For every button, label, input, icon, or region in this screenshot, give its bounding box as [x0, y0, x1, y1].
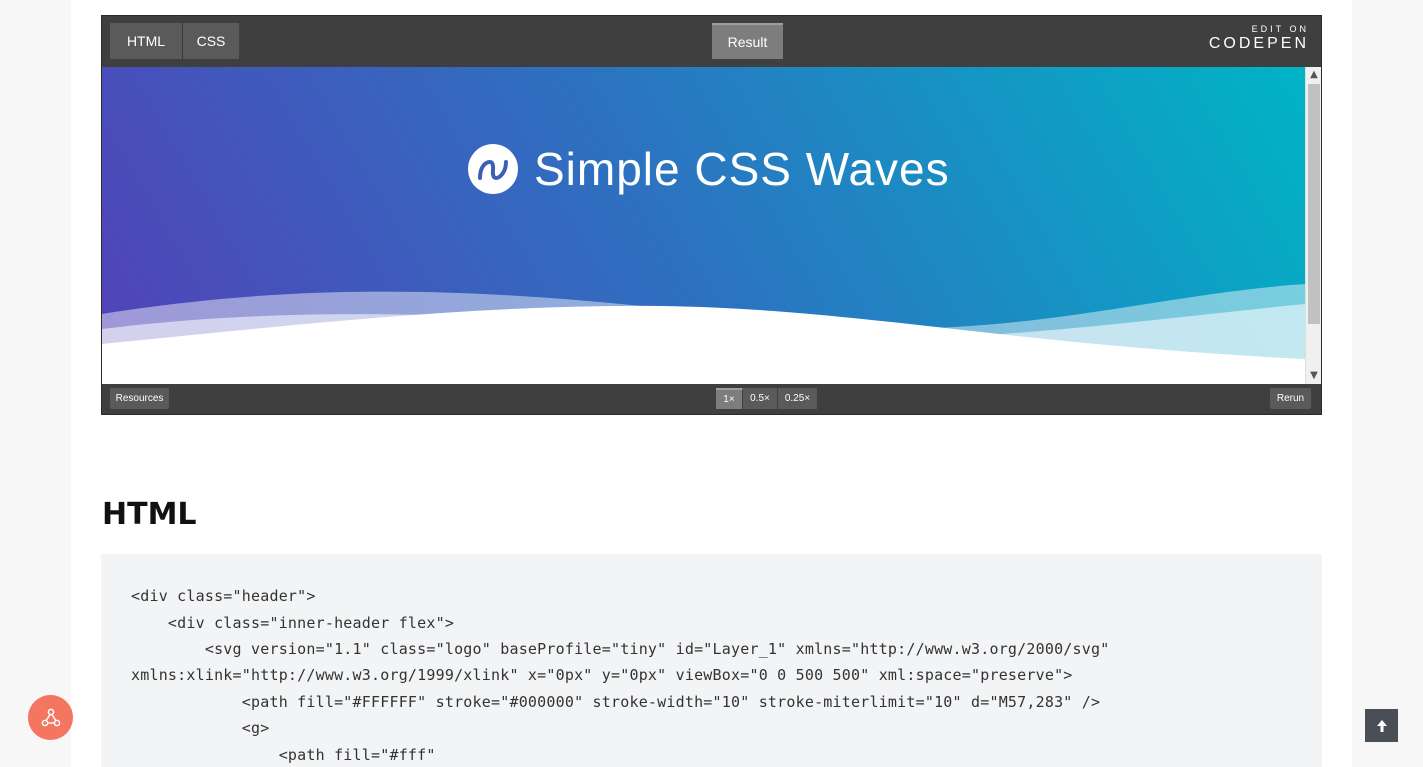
code-line: <g> [131, 719, 270, 737]
hero-title: Simple CSS Waves [468, 141, 950, 197]
embed-toolbar: HTML CSS Result EDIT ON CODEPEN [102, 16, 1321, 67]
wave-logo-icon [468, 144, 518, 194]
hero-header: Simple CSS Waves [102, 67, 1305, 384]
codepen-embed: HTML CSS Result EDIT ON CODEPEN Simple C… [101, 15, 1322, 415]
resources-button[interactable]: Resources [110, 388, 169, 409]
code-line: <svg version="1.1" class="logo" baseProf… [131, 640, 1110, 658]
edit-on-codepen-link[interactable]: EDIT ON CODEPEN [1209, 24, 1309, 53]
zoom-selector: 1× 0.5× 0.25× [716, 388, 817, 409]
hero-title-text: Simple CSS Waves [534, 143, 950, 195]
chevron-up-icon[interactable]: ▲ [1306, 67, 1321, 83]
tab-css[interactable]: CSS [183, 23, 239, 59]
section-heading: HTML [102, 497, 197, 532]
edit-on-label: EDIT ON [1251, 24, 1309, 34]
share-nodes-icon[interactable] [28, 695, 73, 740]
arrow-up-icon[interactable] [1365, 709, 1398, 742]
code-line: <div class="inner-header flex"> [131, 614, 455, 632]
code-block: <div class="header"> <div class="inner-h… [101, 554, 1322, 767]
chevron-down-icon[interactable]: ▼ [1306, 368, 1321, 384]
waves-graphic [102, 284, 1305, 384]
tab-html[interactable]: HTML [110, 23, 183, 59]
scrollbar-thumb[interactable] [1308, 84, 1320, 324]
rerun-button[interactable]: Rerun [1270, 388, 1311, 409]
embed-footer: Resources 1× 0.5× 0.25× Rerun [102, 383, 1321, 414]
code-line: xmlns:xlink="http://www.w3.org/1999/xlin… [131, 666, 1073, 684]
code-line: <div class="header"> [131, 587, 316, 605]
zoom-quarter-button[interactable]: 0.25× [778, 388, 817, 409]
zoom-half-button[interactable]: 0.5× [743, 388, 778, 409]
code-line: <path fill="#FFFFFF" stroke="#000000" st… [131, 693, 1101, 711]
result-frame: Simple CSS Waves ▲ ▼ [102, 67, 1321, 384]
zoom-1x-button[interactable]: 1× [716, 388, 743, 409]
result-scrollbar[interactable]: ▲ ▼ [1305, 67, 1321, 384]
codepen-brand: CODEPEN [1208, 35, 1309, 52]
tab-result[interactable]: Result [712, 23, 783, 59]
code-line: <path fill="#fff" [131, 746, 436, 764]
